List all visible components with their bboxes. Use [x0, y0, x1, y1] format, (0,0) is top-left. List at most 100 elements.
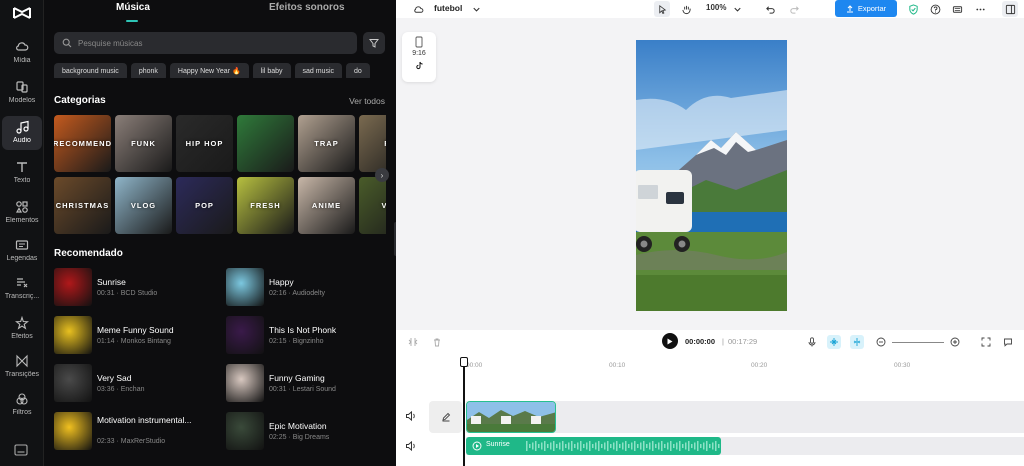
rail-label: Áudio — [13, 137, 31, 144]
link-tracks-icon[interactable] — [850, 335, 864, 349]
current-time: 00:00:00 — [685, 337, 716, 346]
rail-item-audio[interactable]: Áudio — [2, 116, 42, 150]
chip[interactable]: do — [346, 63, 370, 78]
playhead-handle[interactable] — [460, 357, 468, 367]
search-input[interactable] — [78, 38, 338, 48]
volume-icon[interactable] — [405, 410, 417, 422]
category-tile[interactable]: CHRISTMAS — [54, 177, 111, 234]
video-preview[interactable] — [636, 40, 787, 311]
text-icon — [17, 162, 27, 172]
rail-item-transcription[interactable]: Transcriç... — [2, 272, 42, 306]
rail-item-media[interactable]: Mídia — [2, 36, 42, 70]
category-label: FUNK — [131, 139, 156, 148]
rail-item-transitions[interactable]: Transições — [2, 350, 42, 384]
capcut-logo-icon — [13, 7, 31, 19]
suggestion-chips: background music phonk Happy New Year 🔥 lil… — [54, 60, 394, 78]
zoom-out-icon[interactable] — [874, 335, 888, 349]
track-item[interactable]: Very Sad 03:36 · Enchan — [54, 364, 219, 404]
redo-icon[interactable] — [786, 1, 802, 17]
track-item[interactable]: This Is Not Phonk 02:15 · Bignzinho — [226, 316, 391, 356]
track-title: Meme Funny Sound — [97, 325, 174, 335]
chevron-down-icon[interactable] — [729, 1, 745, 17]
video-clip-thumbnails — [467, 402, 555, 432]
time-separator: | — [722, 337, 724, 346]
microphone-icon[interactable] — [805, 335, 819, 349]
track-thumbnail — [54, 412, 92, 450]
toggle-side-panel-icon[interactable] — [1002, 1, 1018, 17]
category-tile[interactable]: ANIME — [298, 177, 355, 234]
chip[interactable]: lil baby — [252, 63, 291, 78]
help-icon[interactable] — [927, 1, 943, 17]
track-item[interactable]: Sunrise 00:31 · BCD Studio — [54, 268, 219, 308]
track-meta: 03:36 · Enchan — [97, 386, 145, 393]
undo-icon[interactable] — [762, 1, 778, 17]
export-label: Exportar — [857, 4, 887, 13]
rail-label: Mídia — [13, 57, 31, 64]
rail-item-effects[interactable]: Efeitos — [2, 312, 42, 346]
rail-label: Legendas — [6, 255, 38, 262]
category-tile[interactable]: FUNK — [115, 115, 172, 172]
delete-icon[interactable] — [430, 335, 444, 349]
rail-item-filters[interactable]: Filtros — [2, 388, 42, 422]
category-tile[interactable]: RECOMMEND — [54, 115, 111, 172]
canvas-area: 9:16 — [396, 24, 1024, 330]
keyboard-shortcuts-icon[interactable] — [14, 444, 28, 456]
hand-tool-icon[interactable] — [678, 1, 694, 17]
music-clip-icon — [472, 441, 482, 451]
shield-check-icon[interactable] — [905, 1, 921, 17]
chip[interactable]: sad music — [294, 63, 343, 78]
see-all-link[interactable]: Ver todos — [349, 96, 385, 106]
time-ruler[interactable]: 00:00 00:10 00:20 00:30 — [464, 360, 1024, 372]
snap-magnet-icon[interactable] — [827, 335, 841, 349]
category-tile[interactable]: FRESH — [237, 177, 294, 234]
chevron-right-icon[interactable]: › — [375, 168, 389, 182]
zoom-slider[interactable] — [892, 342, 944, 343]
category-label: R — [384, 139, 386, 148]
play-button[interactable] — [662, 333, 678, 349]
rail-item-elements[interactable]: Elementos — [2, 196, 42, 230]
fullscreen-icon[interactable] — [979, 335, 993, 349]
category-tile[interactable] — [237, 115, 294, 172]
export-button[interactable]: Exportar — [835, 0, 897, 17]
chip[interactable]: Happy New Year 🔥 — [169, 63, 249, 78]
volume-icon[interactable] — [405, 440, 417, 452]
chevron-down-icon[interactable] — [468, 1, 484, 17]
chip[interactable]: background music — [54, 63, 127, 78]
category-tile[interactable]: VE — [359, 177, 386, 234]
more-options-icon[interactable] — [972, 1, 988, 17]
category-tile[interactable]: TRAP — [298, 115, 355, 172]
track-item[interactable]: Funny Gaming 00:31 · Lestari Sound — [226, 364, 391, 404]
select-pointer-icon[interactable] — [654, 1, 670, 17]
ruler-mark: 00:20 — [751, 362, 768, 369]
playhead[interactable] — [463, 357, 465, 466]
category-tile[interactable]: HIP HOP — [176, 115, 233, 172]
category-tile[interactable]: VLOG — [115, 177, 172, 234]
rail-item-captions[interactable]: Legendas — [2, 234, 42, 268]
track-item[interactable]: Meme Funny Sound 01:14 · Monkos Bintang — [54, 316, 219, 356]
comment-icon[interactable] — [1001, 335, 1015, 349]
filter-button[interactable] — [363, 32, 385, 54]
cloud-save-icon[interactable] — [410, 1, 426, 17]
aspect-ratio-selector[interactable]: 9:16 — [402, 32, 436, 82]
project-name[interactable]: futebol — [434, 3, 462, 13]
track-thumbnail — [226, 316, 264, 354]
track-item[interactable]: Motivation instrumental... 02:33 · MaxRer… — [54, 412, 219, 452]
tab-music[interactable]: Música — [116, 2, 150, 13]
video-clip[interactable] — [466, 401, 556, 433]
chip[interactable]: phonk — [130, 63, 166, 78]
filter-icon — [369, 39, 379, 48]
audio-clip[interactable]: Sunrise — [466, 437, 721, 455]
zoom-in-icon[interactable] — [948, 335, 962, 349]
split-icon[interactable] — [406, 335, 420, 349]
track-item[interactable]: Epic Motivation 02:25 · Big Dreams — [226, 412, 391, 452]
track-item[interactable]: Happy 02:16 · Audiodelty — [226, 268, 391, 308]
filters-icon — [16, 393, 28, 405]
category-tile[interactable]: POP — [176, 177, 233, 234]
category-tile[interactable]: R — [359, 115, 386, 172]
rail-item-templates[interactable]: Modelos — [2, 76, 42, 110]
tab-sound-effects[interactable]: Efeitos sonoros — [269, 2, 345, 13]
zoom-level[interactable]: 100% — [706, 3, 726, 12]
rail-item-text[interactable]: Texto — [2, 156, 42, 190]
edit-cover-button[interactable] — [429, 401, 462, 433]
keyboard-icon[interactable] — [949, 1, 965, 17]
